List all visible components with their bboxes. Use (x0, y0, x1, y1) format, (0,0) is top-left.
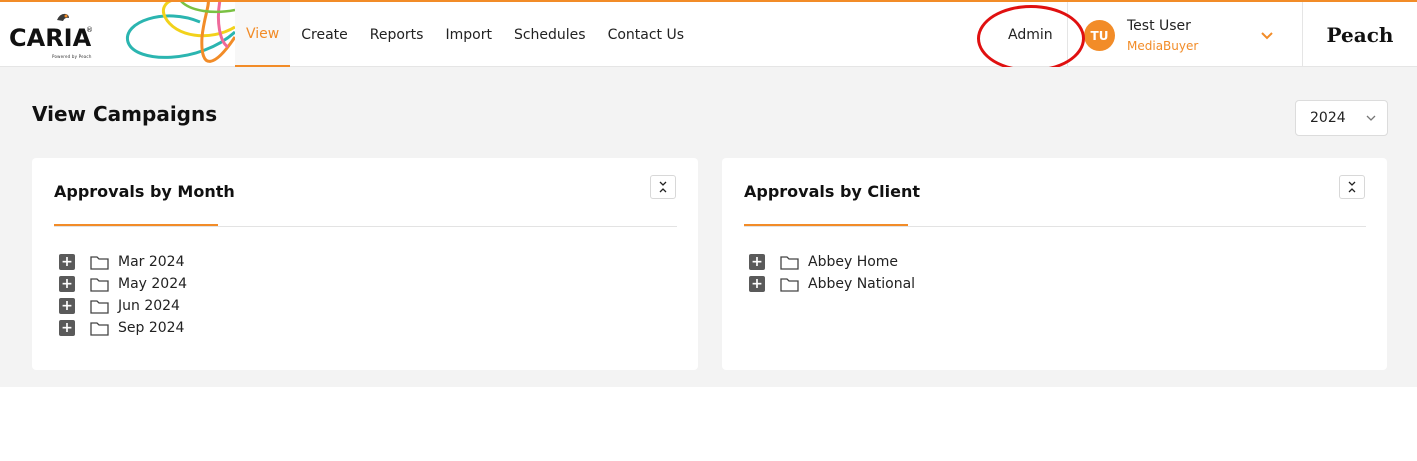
title-underline (54, 224, 218, 226)
logo-registered-mark: ® (86, 26, 93, 34)
main-content: View Campaigns 2024 Approvals by Month +… (0, 67, 1417, 387)
card-title: Approvals by Client (744, 182, 921, 201)
divider (54, 226, 677, 227)
nav-admin[interactable]: Admin (994, 2, 1068, 67)
month-tree: + Mar 2024 + May 2024 + Jun 2024 + Sep 2… (59, 251, 187, 339)
logo-text: CARIA (9, 24, 92, 52)
nav-import[interactable]: Import (434, 2, 502, 67)
main-nav: View Create Reports Import Schedules Con… (235, 2, 695, 67)
plus-box-icon[interactable]: + (59, 254, 75, 270)
page-title: View Campaigns (32, 102, 218, 126)
tree-item[interactable]: + Abbey National (749, 273, 915, 295)
tree-item-label: May 2024 (118, 276, 188, 292)
plus-box-icon[interactable]: + (59, 320, 75, 336)
tree-item-label: Mar 2024 (118, 254, 185, 270)
plus-box-icon[interactable]: + (59, 298, 75, 314)
card-title: Approvals by Month (54, 182, 235, 201)
avatar[interactable]: TU (1084, 20, 1115, 51)
bird-icon (57, 13, 69, 21)
nav-view[interactable]: View (235, 2, 291, 67)
plus-box-icon[interactable]: + (749, 276, 765, 292)
folder-icon (90, 256, 109, 270)
collapse-icon (1348, 181, 1356, 193)
folder-icon (90, 322, 109, 336)
tree-item-label: Sep 2024 (118, 320, 185, 336)
tree-item-label: Abbey Home (808, 254, 899, 270)
chevron-down-icon (1366, 115, 1376, 121)
tree-item-label: Jun 2024 (118, 298, 180, 314)
user-name[interactable]: Test User (1127, 18, 1191, 34)
approvals-by-client-card: Approvals by Client + Abbey Home + Abbey… (722, 158, 1387, 370)
folder-icon (780, 256, 799, 270)
divider (744, 226, 1366, 227)
chevron-down-icon[interactable] (1259, 28, 1275, 44)
tree-item[interactable]: + May 2024 (59, 273, 187, 295)
tree-item[interactable]: + Jun 2024 (59, 295, 187, 317)
nav-create[interactable]: Create (290, 2, 359, 67)
title-underline (744, 224, 908, 226)
peach-logo[interactable]: Peach (1302, 2, 1417, 67)
nav-contact-us[interactable]: Contact Us (597, 2, 695, 67)
logo-swirl-graphic (126, 2, 235, 63)
collapse-button[interactable] (1339, 175, 1365, 199)
plus-box-icon[interactable]: + (749, 254, 765, 270)
year-select[interactable]: 2024 (1295, 100, 1388, 136)
tree-item-label: Abbey National (808, 276, 916, 292)
logo-subtitle: Powered by Peach (52, 54, 92, 59)
nav-reports[interactable]: Reports (359, 2, 435, 67)
plus-box-icon[interactable]: + (59, 276, 75, 292)
tree-item[interactable]: + Abbey Home (749, 251, 915, 273)
folder-icon (90, 278, 109, 292)
folder-icon (780, 278, 799, 292)
approvals-by-month-card: Approvals by Month + Mar 2024 + May 2024… (32, 158, 698, 370)
tree-item[interactable]: + Mar 2024 (59, 251, 187, 273)
collapse-button[interactable] (650, 175, 676, 199)
top-bar: CARIA ® Powered by Peach View Create Rep… (0, 0, 1417, 67)
collapse-icon (659, 181, 667, 193)
nav-schedules[interactable]: Schedules (503, 2, 597, 67)
client-tree: + Abbey Home + Abbey National (749, 251, 915, 295)
caria-logo[interactable]: CARIA ® Powered by Peach (0, 2, 235, 67)
user-role: MediaBuyer (1127, 39, 1199, 53)
year-select-value: 2024 (1310, 110, 1346, 126)
tree-item[interactable]: + Sep 2024 (59, 317, 187, 339)
folder-icon (90, 300, 109, 314)
